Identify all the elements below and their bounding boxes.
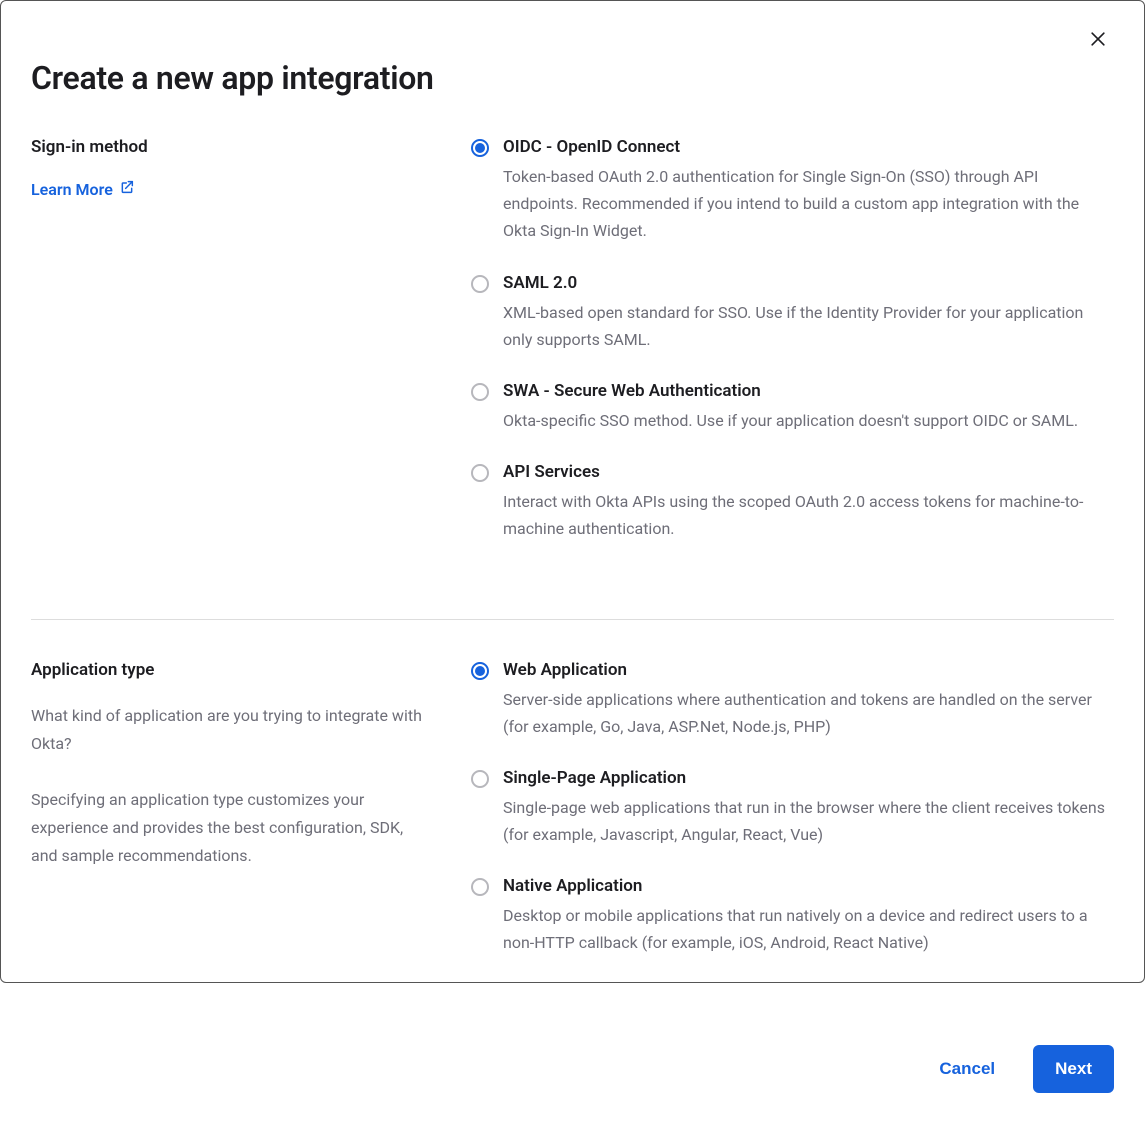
signin-option-oidc[interactable]: OIDC - OpenID Connect Token-based OAuth … (471, 137, 1114, 245)
apptype-option-title: Web Application (503, 660, 1114, 680)
learn-more-link[interactable]: Learn More (31, 179, 135, 199)
signin-options: OIDC - OpenID Connect Token-based OAuth … (471, 137, 1114, 571)
apptype-option-native[interactable]: Native Application Desktop or mobile app… (471, 876, 1114, 956)
apptype-option-spa[interactable]: Single-Page Application Single-page web … (471, 768, 1114, 848)
close-icon (1088, 34, 1108, 53)
close-button[interactable] (1088, 29, 1112, 53)
signin-option-swa[interactable]: SWA - Secure Web Authentication Okta-spe… (471, 381, 1114, 434)
signin-method-section: Sign-in method Learn More OIDC - OpenID … (31, 137, 1114, 611)
radio-icon (471, 139, 489, 157)
radio-icon (471, 275, 489, 293)
learn-more-label: Learn More (31, 180, 113, 199)
apptype-help-1: What kind of application are you trying … (31, 702, 431, 758)
signin-option-title: SAML 2.0 (503, 273, 1114, 293)
apptype-help-2: Specifying an application type customize… (31, 786, 431, 870)
radio-icon (471, 662, 489, 680)
radio-icon (471, 383, 489, 401)
apptype-heading: Application type (31, 660, 431, 680)
cancel-button[interactable]: Cancel (929, 1049, 1005, 1089)
external-link-icon (119, 179, 135, 199)
signin-option-title: API Services (503, 462, 1114, 482)
signin-option-api-services[interactable]: API Services Interact with Okta APIs usi… (471, 462, 1114, 542)
modal-footer: Cancel Next (31, 1025, 1114, 1093)
modal-title: Create a new app integration (31, 59, 1114, 97)
application-type-section: Application type What kind of applicatio… (31, 660, 1114, 1025)
apptype-option-web[interactable]: Web Application Server-side applications… (471, 660, 1114, 740)
radio-icon (471, 878, 489, 896)
radio-icon (471, 464, 489, 482)
apptype-options: Web Application Server-side applications… (471, 660, 1114, 985)
signin-option-desc: Interact with Okta APIs using the scoped… (503, 488, 1114, 542)
signin-method-heading: Sign-in method (31, 137, 431, 157)
section-divider (31, 619, 1114, 620)
apptype-option-desc: Server-side applications where authentic… (503, 686, 1114, 740)
apptype-option-title: Single-Page Application (503, 768, 1114, 788)
signin-option-title: OIDC - OpenID Connect (503, 137, 1114, 157)
signin-option-desc: Okta-specific SSO method. Use if your ap… (503, 407, 1114, 434)
signin-option-saml[interactable]: SAML 2.0 XML-based open standard for SSO… (471, 273, 1114, 353)
next-button[interactable]: Next (1033, 1045, 1114, 1093)
apptype-option-desc: Single-page web applications that run in… (503, 794, 1114, 848)
create-app-integration-modal: Create a new app integration Sign-in met… (0, 0, 1145, 983)
signin-option-desc: XML-based open standard for SSO. Use if … (503, 299, 1114, 353)
apptype-option-title: Native Application (503, 876, 1114, 896)
signin-option-desc: Token-based OAuth 2.0 authentication for… (503, 163, 1114, 245)
signin-option-title: SWA - Secure Web Authentication (503, 381, 1114, 401)
apptype-option-desc: Desktop or mobile applications that run … (503, 902, 1114, 956)
radio-icon (471, 770, 489, 788)
